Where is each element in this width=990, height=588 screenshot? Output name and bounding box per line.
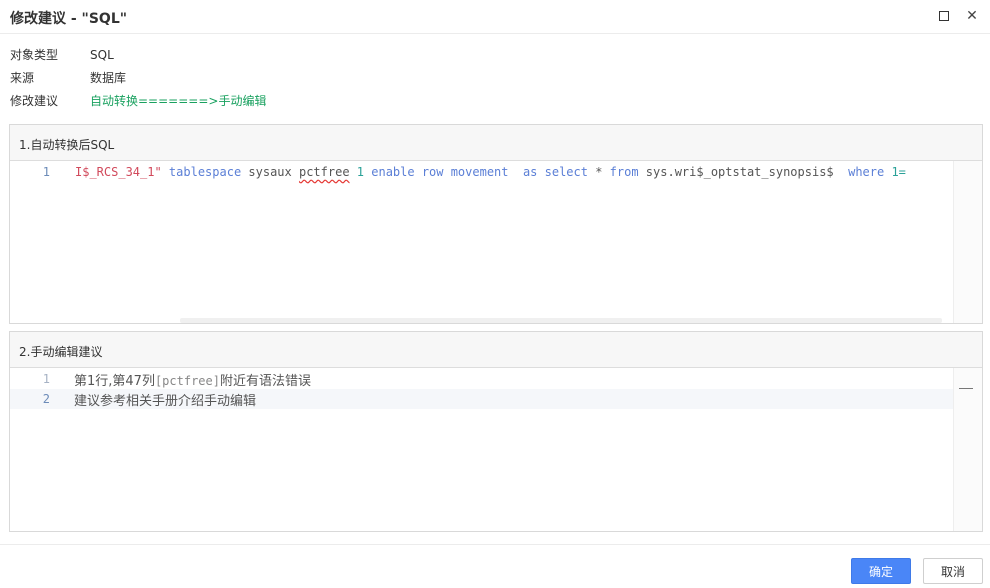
- fold-marker-icon: [959, 388, 973, 389]
- maximize-icon[interactable]: [937, 9, 951, 23]
- sql-token: I$_RCS_34_1": [75, 165, 162, 179]
- dialog-footer: 确定 取消: [0, 544, 990, 588]
- manual-edit-panel-header: 2.手动编辑建议: [10, 332, 982, 368]
- close-icon[interactable]: ✕: [965, 9, 979, 23]
- suggestion-line: 建议参考相关手册介绍手动编辑: [74, 390, 256, 409]
- line-number: 1: [42, 165, 50, 179]
- object-type-value: SQL: [90, 48, 114, 62]
- suggestion-text: 建议参考相关手册介绍手动编辑: [74, 394, 257, 409]
- manual-edit-panel: 2.手动编辑建议 1 第1行,第47列[pctfree]附近有语法错误 2 建议…: [9, 331, 983, 532]
- suggestion-label: 修改建议: [10, 94, 59, 108]
- converted-sql-editor[interactable]: 1 I$_RCS_34_1" tablespace sysaux pctfree…: [10, 161, 982, 323]
- cancel-button[interactable]: 取消: [923, 558, 983, 584]
- converted-sql-panel-title: 1.自动转换后SQL: [19, 138, 115, 152]
- sql-token: tablespace: [161, 165, 242, 179]
- sql-token: where: [848, 165, 885, 179]
- manual-edit-editor[interactable]: 1 第1行,第47列[pctfree]附近有语法错误 2 建议参考相关手册介绍手…: [10, 368, 982, 531]
- vertical-scrollbar[interactable]: [953, 368, 982, 531]
- object-type-label: 对象类型: [10, 48, 59, 62]
- sql-token: enable row movement as select: [364, 165, 588, 179]
- suggestion-line: 第1行,第47列[pctfree]附近有语法错误: [74, 370, 311, 389]
- horizontal-scrollbar[interactable]: [180, 318, 942, 323]
- converted-sql-panel: 1.自动转换后SQL 1 I$_RCS_34_1" tablespace sys…: [9, 124, 983, 324]
- converted-sql-panel-header: 1.自动转换后SQL: [10, 125, 982, 161]
- suggestion-code: [pctfree]: [154, 374, 220, 388]
- sql-token: 1=: [884, 165, 906, 179]
- vertical-scrollbar[interactable]: [953, 161, 982, 323]
- sql-token: pctfree: [298, 165, 350, 179]
- source-value: 数据库: [90, 71, 127, 85]
- source-label: 来源: [10, 71, 35, 85]
- manual-edit-panel-title: 2.手动编辑建议: [19, 345, 103, 359]
- sql-token: *: [587, 165, 610, 179]
- sql-token: sys.wri$_optstat_synopsis$: [638, 165, 849, 179]
- sql-token: sysaux: [241, 165, 299, 179]
- suggestion-text: 第1行,第47列: [74, 374, 155, 389]
- sql-token: from: [609, 165, 639, 179]
- dialog-titlebar: 修改建议 - "SQL" ✕: [0, 0, 990, 34]
- suggestion-value: 自动转换=======>手动编辑: [90, 94, 267, 108]
- sql-code-line: I$_RCS_34_1" tablespace sysaux pctfree 1…: [75, 165, 906, 179]
- line-number: 2: [42, 392, 50, 406]
- dialog-title: 修改建议 - "SQL": [10, 11, 128, 27]
- line-number: 1: [42, 372, 50, 386]
- suggestion-text: 附近有语法错误: [219, 374, 311, 389]
- sql-token: 1: [349, 165, 365, 179]
- confirm-button[interactable]: 确定: [851, 558, 911, 584]
